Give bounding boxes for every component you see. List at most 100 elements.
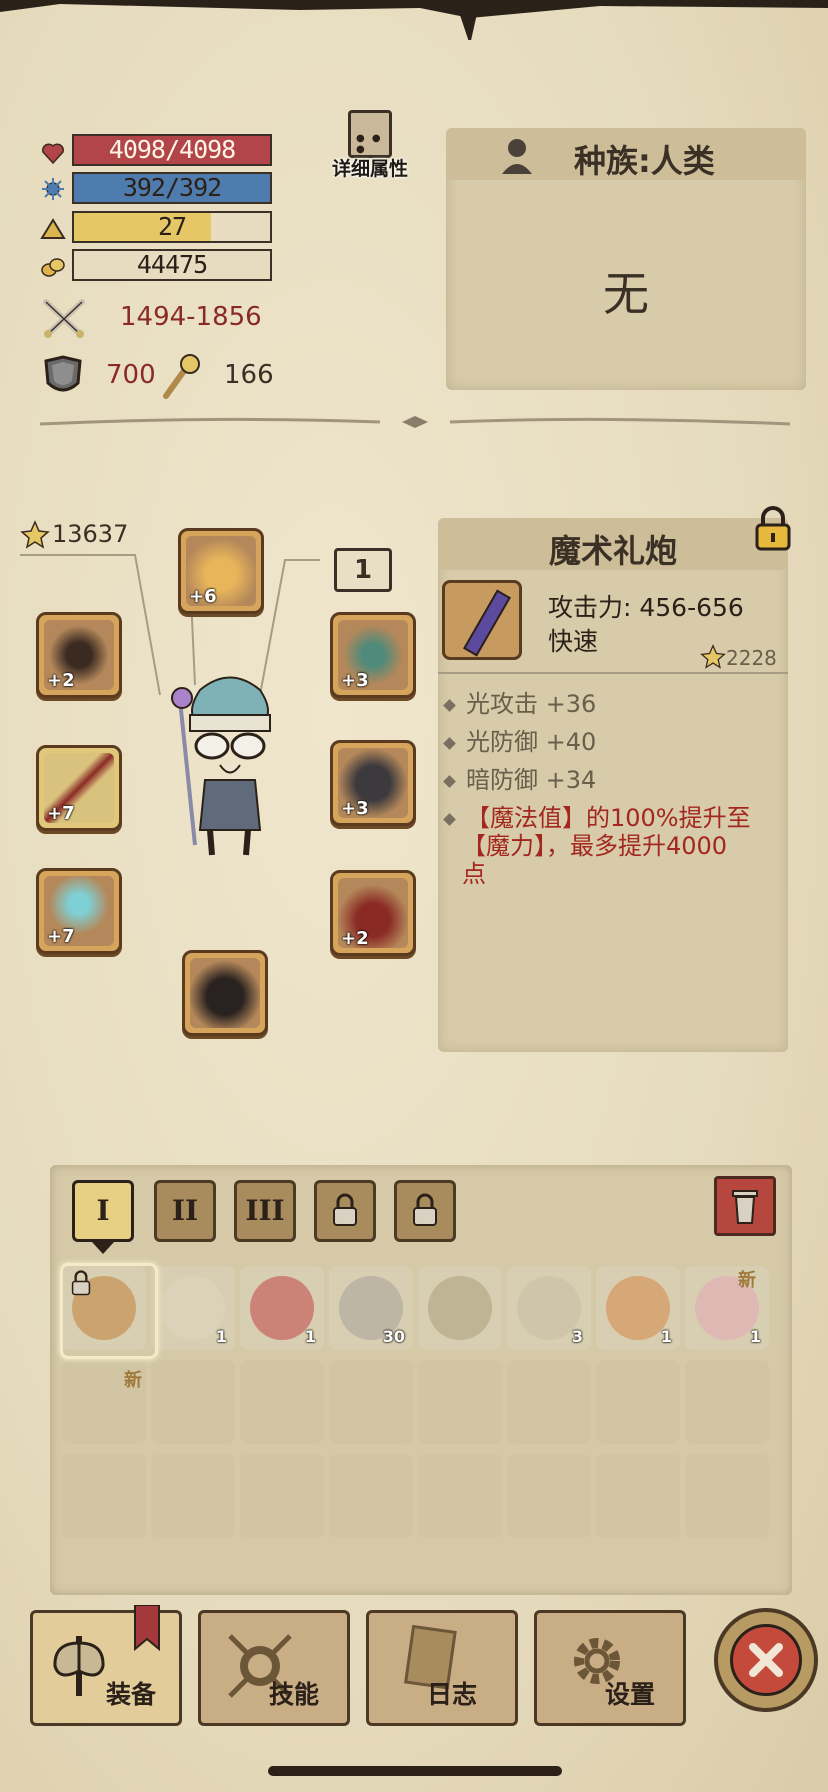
armor-slot[interactable]: +3 [330,740,416,826]
scroll-icon: ● ● ● [348,110,392,158]
tab-lock-icon [333,1193,357,1226]
level-triangle-icon [40,218,66,239]
level-bar: 27 [72,211,272,243]
gloves-slot[interactable]: +2 [36,612,122,698]
defense-value: 700 [106,360,156,390]
special-effect-line2: 【魔力】，最多提升4000 [462,832,728,860]
tab-lock-icon [413,1193,437,1226]
item-name: 魔术礼炮 [548,532,677,570]
nav-log-label: 日志 [426,1680,477,1709]
special-effect-line3: 点 [462,860,486,888]
nav-equip-button[interactable]: 装备 [30,1605,182,1726]
empty-slot [418,1360,502,1444]
empty-slot [685,1454,769,1538]
inventory-item-feathers[interactable]: 3 [507,1266,591,1350]
trash-button[interactable] [714,1176,776,1236]
mp-bar: 392/392 [72,172,272,204]
new-badge: 新 [124,1370,142,1391]
nav-skills-label: 技能 [268,1680,319,1709]
effect-item: 暗防御 +34 [443,760,596,795]
nav-settings-label: 设置 [604,1680,655,1709]
close-icon [749,1643,783,1677]
item-count: 3 [571,1327,583,1346]
trash-icon [732,1190,758,1224]
item-divider [438,672,788,674]
cape-plus: +2 [341,928,369,949]
inventory-item-mushrooms[interactable] [418,1266,502,1350]
detail-attributes-label: 详细属性 [331,158,408,180]
person-icon [502,139,532,174]
effect-item: 光攻击 +36 [443,684,596,719]
gold-bar: 44475 [72,249,272,281]
nav-skills-button[interactable]: 技能 [198,1610,350,1726]
hp-text: 4098/4098 [108,135,236,164]
helmet-plus: +6 [189,586,217,607]
item-attack: 攻击力: 456-656 [548,593,744,622]
weapon-plus: +7 [47,803,75,824]
cape-slot[interactable]: +2 [330,870,416,956]
nav-log-button[interactable]: 日志 [366,1610,518,1726]
game-screen: 4098/4098 392/392 27 44475 1494-1856 700… [0,0,828,1792]
empty-slot [62,1454,146,1538]
magic-staff-icon [163,354,200,399]
item-count: 1 [660,1327,672,1346]
nav-settings-button[interactable]: 设置 [534,1610,686,1726]
race-title: 种族:人类 [574,142,715,180]
magic-value: 166 [224,360,274,390]
bag-tab-locked-5[interactable] [394,1180,456,1242]
ring-plus: +7 [47,926,75,947]
inventory-item-stone-blocks[interactable]: 30 [329,1266,413,1350]
boots-icon [190,958,260,1028]
bag-tab-1[interactable]: I [72,1180,134,1242]
inventory-item-red-potion[interactable]: 1 [240,1266,324,1350]
magic-cannon-icon [442,580,522,660]
amulet-slot[interactable]: +3 [330,612,416,698]
hero-character[interactable] [150,670,310,860]
empty-slot [329,1454,413,1538]
item-lock-icon [71,1270,91,1296]
empty-slot [596,1454,680,1538]
boots-slot[interactable] [182,950,268,1036]
hp-bar: 4098/4098 [72,134,272,166]
inventory-item-fire-potion[interactable]: 1 [596,1266,680,1350]
gold-coins-icon [41,258,65,277]
close-button[interactable] [714,1608,818,1712]
detail-attributes-button[interactable]: ● ● ● 详细属性 [330,110,410,190]
empty-slot [151,1454,235,1538]
helmet-slot[interactable]: +6 [178,528,264,614]
divider [40,416,790,428]
empty-slot [329,1360,413,1444]
lock-icon[interactable] [752,505,794,551]
item-count: 1 [215,1327,227,1346]
effect-item: 光防御 +40 [443,722,596,757]
hero-power: 13637 [52,520,129,548]
item-count: 1 [304,1327,316,1346]
new-badge: 新 [738,1270,756,1291]
nav-equip-label: 装备 [105,1680,156,1709]
ring-slot[interactable]: +7 [36,868,122,954]
item-score: 2228 [726,646,777,670]
inventory-item-scroll[interactable]: 1 [151,1266,235,1350]
item-score-star-icon [700,644,726,669]
home-indicator[interactable] [268,1766,562,1776]
empty-slot [151,1360,235,1444]
race-value: 无 [603,267,649,321]
race-panel: 种族:人类 无 [446,128,806,390]
mushrooms-icon [428,1276,492,1340]
gloves-plus: +2 [47,670,75,691]
empty-slot [240,1360,324,1444]
item-count: 1 [749,1327,761,1346]
bag-tab-2[interactable]: II [154,1180,216,1242]
hero-level-badge[interactable]: 1 [334,548,392,592]
bag-tab-3[interactable]: III [234,1180,296,1242]
mp-text: 392/392 [122,173,222,202]
inventory-item-pink-potion[interactable]: 1 [685,1266,769,1350]
heart-icon [41,143,65,165]
item-count: 30 [382,1327,405,1346]
weapon-slot[interactable]: +7 [36,745,122,831]
selected-tab-arrow-icon [92,1242,114,1254]
mana-icon [42,178,64,200]
item-speed: 快速 [548,627,599,656]
empty-slot [685,1360,769,1444]
bag-tab-locked-4[interactable] [314,1180,376,1242]
